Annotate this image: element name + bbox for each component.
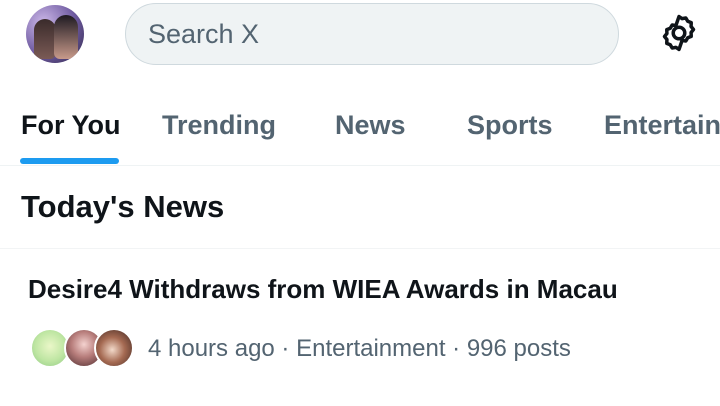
avatar-figure-left	[34, 19, 56, 59]
avatar	[94, 328, 134, 368]
tab-for-you[interactable]: For You	[21, 110, 121, 141]
news-item[interactable]: Desire4 Withdraws from WIEA Awards in Ma…	[0, 248, 720, 406]
search-placeholder: Search X	[148, 18, 260, 49]
search-input[interactable]: Search X	[125, 3, 619, 65]
explore-tabs: For You Trending News Sports Entertain	[0, 85, 720, 166]
tab-entertainment[interactable]: Entertain	[604, 110, 720, 141]
news-headline[interactable]: Desire4 Withdraws from WIEA Awards in Ma…	[28, 274, 618, 305]
active-tab-indicator	[20, 158, 119, 164]
gear-icon[interactable]	[658, 12, 700, 54]
avatar[interactable]	[26, 5, 84, 63]
tab-news[interactable]: News	[335, 110, 406, 141]
tab-sports[interactable]: Sports	[467, 110, 553, 141]
news-meta: 4 hours ago · Entertainment · 996 posts	[148, 335, 571, 362]
avatar-figure-right	[54, 15, 78, 59]
section-title: Today's News	[21, 189, 225, 224]
top-bar: Search X	[0, 0, 720, 70]
tab-trending[interactable]: Trending	[162, 110, 276, 141]
post-avatars	[30, 328, 140, 370]
